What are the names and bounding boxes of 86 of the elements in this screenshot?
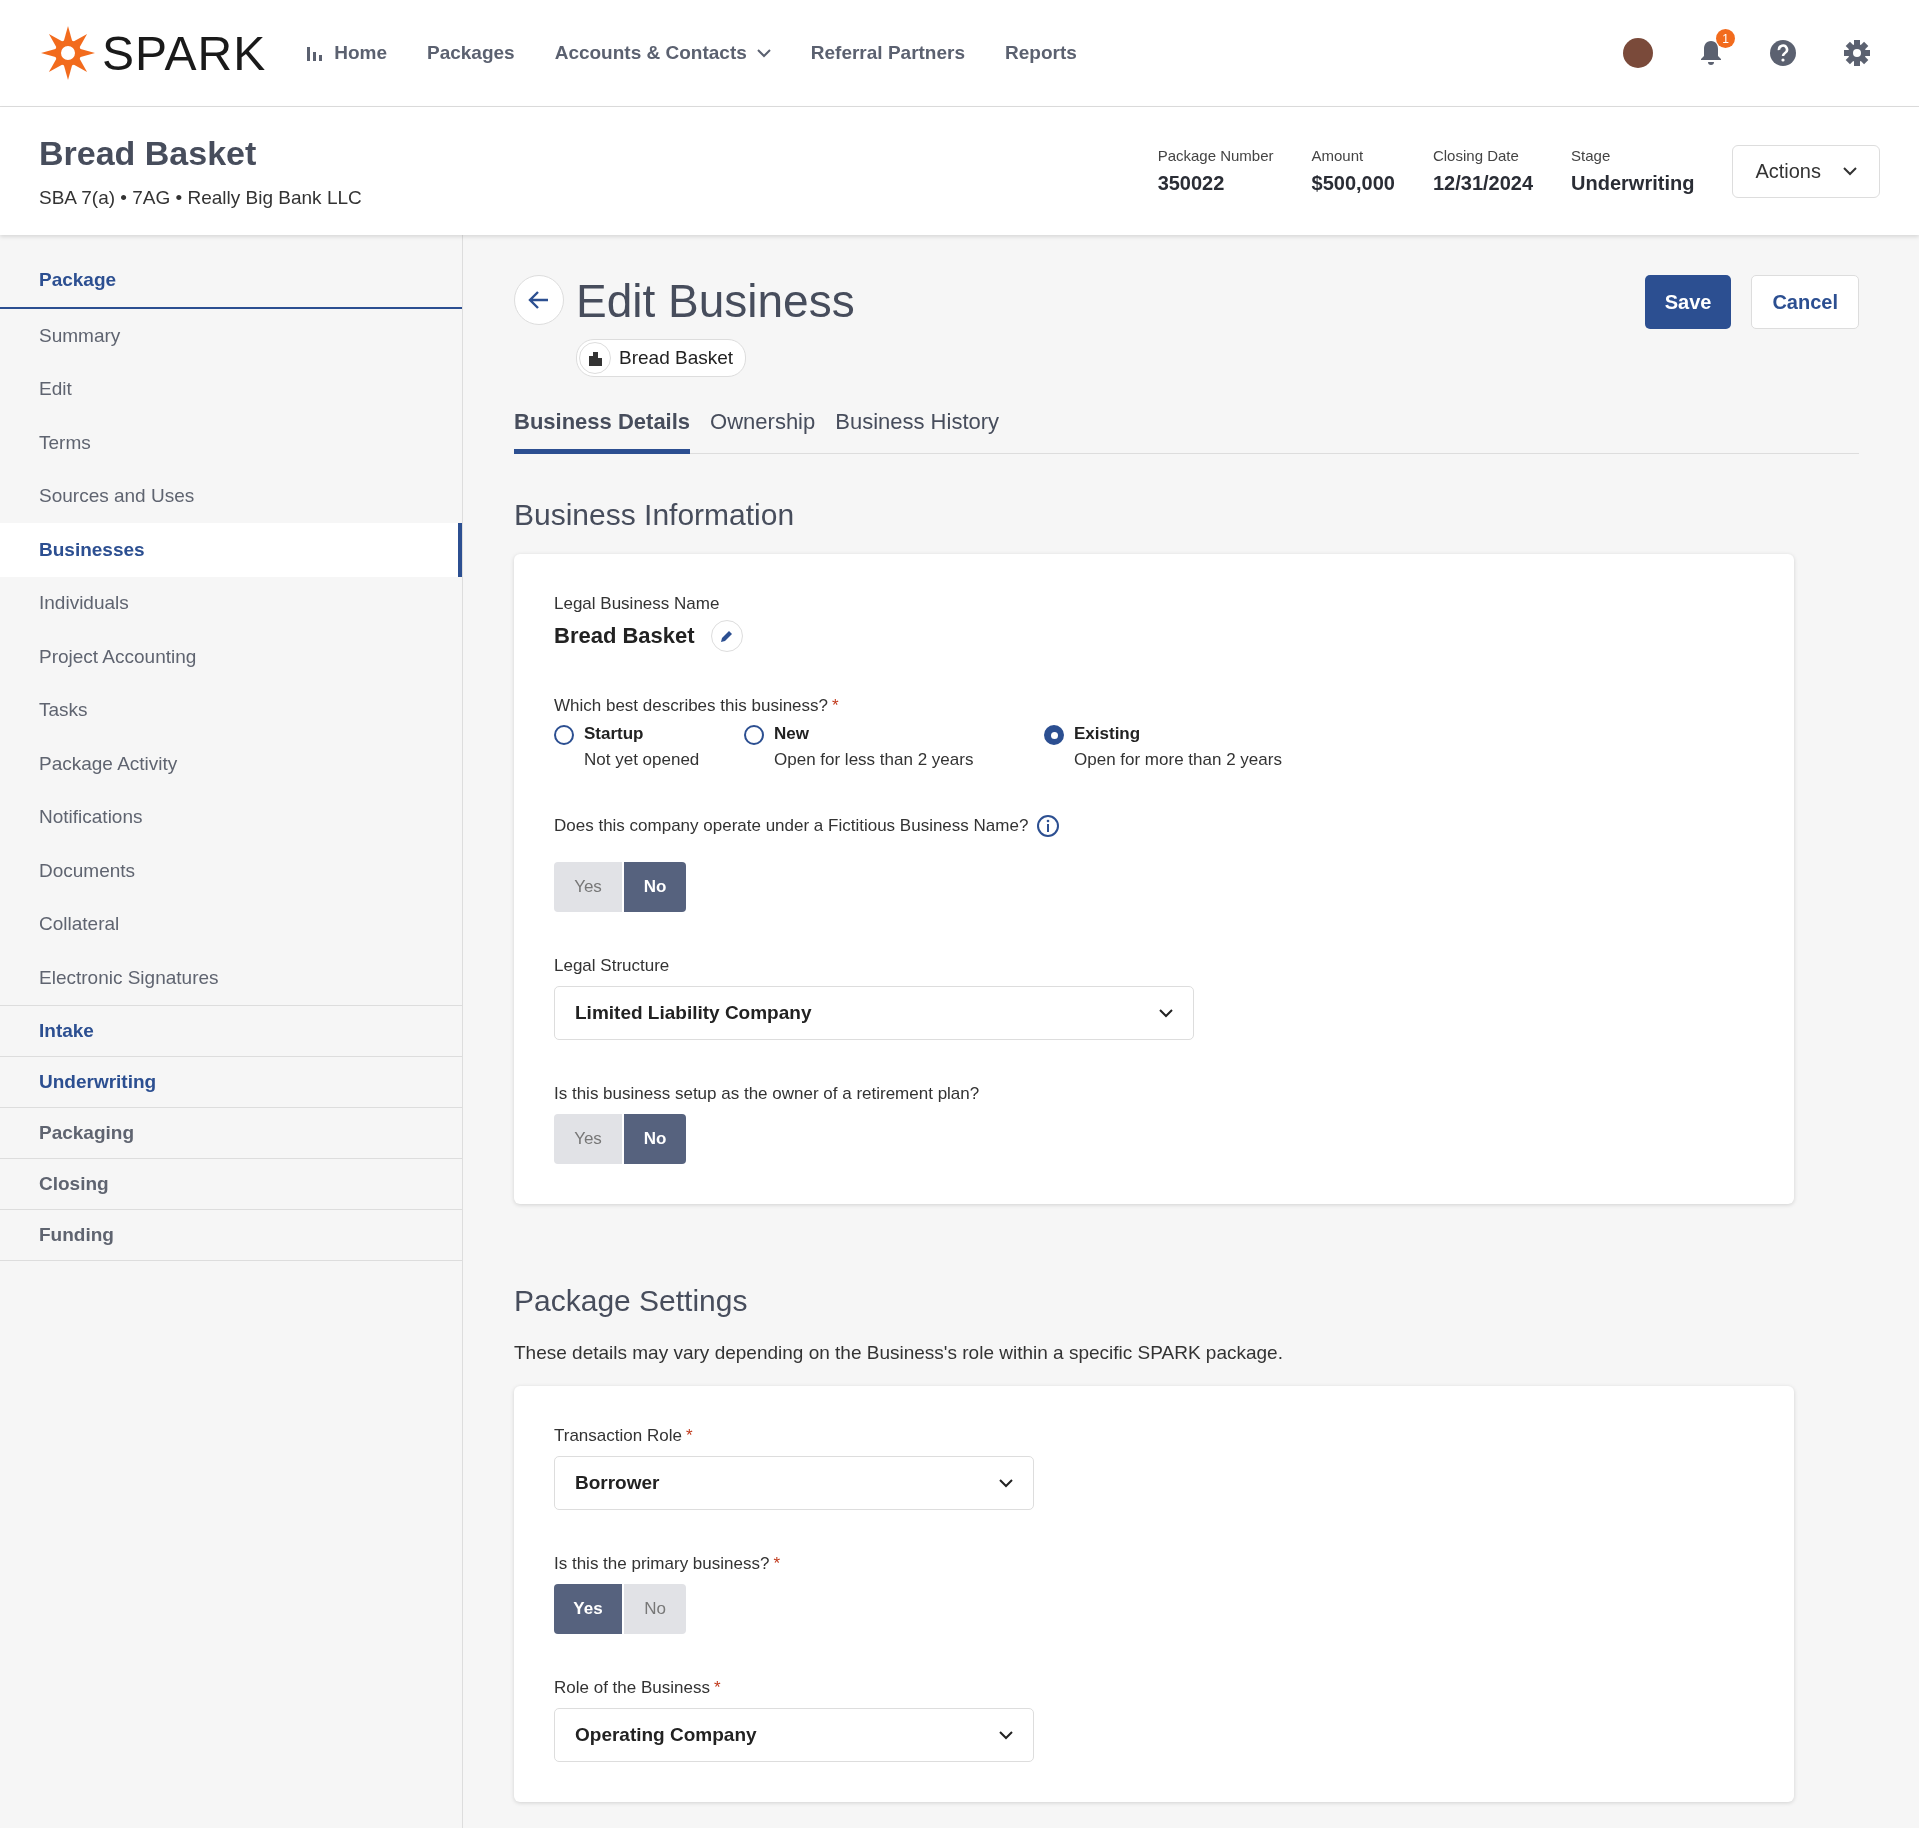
- bar-chart-icon: [306, 45, 325, 61]
- required-asterisk: *: [713, 1678, 721, 1698]
- required-asterisk: *: [773, 1554, 781, 1574]
- chevron-down-icon: [1843, 166, 1857, 176]
- toggle-option[interactable]: Yes: [554, 862, 622, 912]
- fact-value: 12/31/2024: [1432, 172, 1534, 195]
- sidebar-item[interactable]: Tasks: [0, 683, 462, 737]
- sidebar-item[interactable]: Notifications: [0, 790, 462, 844]
- logo-text: SPARK: [102, 25, 267, 81]
- tab[interactable]: Business History: [835, 401, 1000, 454]
- chevron-down-icon: [756, 48, 771, 58]
- settings-icon[interactable]: [1843, 39, 1871, 67]
- star-burst-logo-icon: [40, 25, 96, 81]
- save-button[interactable]: Save: [1644, 275, 1732, 329]
- back-button[interactable]: [514, 275, 564, 325]
- tab[interactable]: Business Details: [514, 401, 691, 454]
- sidebar-section[interactable]: Intake: [0, 1005, 462, 1056]
- notification-badge: 1: [1716, 29, 1735, 48]
- actions-button[interactable]: Actions: [1732, 144, 1880, 198]
- edit-name-button[interactable]: [710, 620, 743, 652]
- package-title: Bread Basket: [39, 133, 258, 173]
- sidebar-section[interactable]: Package: [0, 255, 462, 309]
- field-label: Transaction Role: [554, 1426, 682, 1446]
- sidebar-item[interactable]: Businesses: [0, 523, 462, 577]
- sidebar-item[interactable]: Electronic Signatures: [0, 951, 462, 1005]
- sidebar-item[interactable]: Collateral: [0, 897, 462, 951]
- sidebar-item[interactable]: Project Accounting: [0, 630, 462, 684]
- field-label: Legal Business Name: [554, 594, 720, 614]
- toggle-option[interactable]: No: [624, 1584, 686, 1634]
- sidebar-item[interactable]: Individuals: [0, 576, 462, 630]
- select-field[interactable]: Limited Liability Company: [554, 986, 1194, 1040]
- user-avatar[interactable]: [1623, 38, 1653, 68]
- sidebar-section[interactable]: Underwriting: [0, 1056, 462, 1107]
- field-label: Does this company operate under a Fictitious Business Name?: [554, 816, 1029, 836]
- sidebar-item[interactable]: Summary: [0, 309, 462, 363]
- fact-label: Amount: [1311, 147, 1365, 164]
- required-asterisk: *: [832, 696, 839, 716]
- field-label: Is this the primary business?: [554, 1554, 770, 1574]
- field-label: Legal Structure: [554, 956, 670, 976]
- chevron-down-icon: [1159, 1008, 1173, 1018]
- fact-value: Underwriting: [1571, 172, 1695, 195]
- info-icon[interactable]: [1036, 814, 1061, 838]
- page-title: Edit Business: [576, 275, 855, 327]
- tab[interactable]: Ownership: [710, 401, 816, 454]
- nav-link[interactable]: Packages: [426, 42, 515, 64]
- section-heading: Package Settings: [514, 1284, 749, 1318]
- fact-label: Stage: [1571, 147, 1612, 164]
- field-label: Role of the Business: [554, 1678, 710, 1698]
- nav-link[interactable]: Accounts & Contacts: [554, 42, 771, 64]
- sidebar-item[interactable]: Package Activity: [0, 737, 462, 791]
- bell-icon[interactable]: [1699, 39, 1723, 67]
- chevron-down-icon: [999, 1478, 1013, 1488]
- toggle-option[interactable]: No: [624, 1114, 686, 1164]
- radio-option[interactable]: Startup Not yet opened: [554, 724, 704, 770]
- business-name: Bread Basket: [554, 623, 695, 649]
- toggle-option[interactable]: Yes: [554, 1584, 622, 1634]
- sidebar-item[interactable]: Terms: [0, 416, 462, 470]
- sidebar-item[interactable]: Edit: [0, 362, 462, 416]
- business-chip: Bread Basket: [576, 339, 747, 377]
- radio-option[interactable]: Existing Open for more than 2 years: [1044, 724, 1304, 770]
- nav-link[interactable]: Home: [306, 42, 387, 64]
- fact-value: $500,000: [1311, 172, 1395, 195]
- cancel-button[interactable]: Cancel: [1751, 275, 1859, 329]
- sidebar-item[interactable]: Sources and Uses: [0, 469, 462, 523]
- section-heading: Business Information: [514, 498, 796, 532]
- help-icon[interactable]: [1769, 39, 1797, 67]
- field-label: Which best describes this business?: [554, 696, 829, 716]
- back-arrow-icon: [528, 290, 550, 310]
- fact-label: Closing Date: [1432, 147, 1520, 164]
- section-description: These details may vary depending on the Business's role within a specific SPARK package.: [514, 1342, 1284, 1364]
- pencil-icon: [719, 629, 734, 643]
- select-field[interactable]: Operating Company: [554, 1708, 1034, 1762]
- nav-link[interactable]: Reports: [1005, 42, 1077, 64]
- field-label: Is this business setup as the owner of a retirement plan?: [554, 1084, 980, 1104]
- radio-option[interactable]: New Open for less than 2 years: [744, 724, 1004, 770]
- toggle-option[interactable]: No: [624, 862, 686, 912]
- required-asterisk: *: [685, 1426, 693, 1446]
- package-subtitle: SBA 7(a) • 7AG • Really Big Bank LLC: [39, 186, 362, 209]
- building-icon: [587, 350, 603, 366]
- fact-label: Package Number: [1157, 147, 1274, 164]
- select-field[interactable]: Borrower: [554, 1456, 1034, 1510]
- fact-value: 350022: [1157, 172, 1226, 195]
- toggle-option[interactable]: Yes: [554, 1114, 622, 1164]
- nav-link[interactable]: Referral Partners: [810, 42, 965, 64]
- chevron-down-icon: [999, 1730, 1013, 1740]
- sidebar-item[interactable]: Documents: [0, 844, 462, 898]
